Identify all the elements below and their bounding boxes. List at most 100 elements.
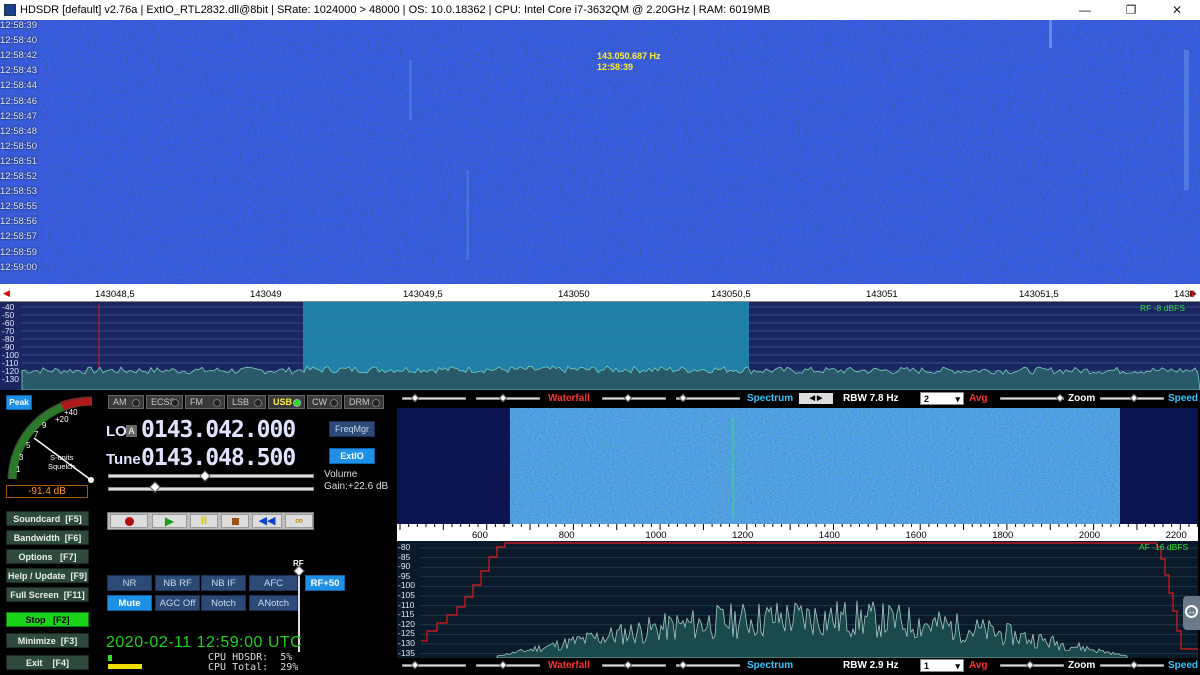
fn-button-1[interactable]: Bandwidth [F6] bbox=[6, 530, 89, 545]
cpu-total: CPU Total: 29% bbox=[208, 662, 299, 673]
mode-cw-button[interactable]: CW bbox=[307, 395, 342, 409]
rf-waterfall[interactable]: 12:58:39 12:58:40 12:58:42 12:58:43 12:58:44… bbox=[0, 20, 1200, 284]
dsp-anotch-button[interactable]: ANotch bbox=[249, 595, 298, 611]
freq-tick: 143050 bbox=[558, 289, 590, 300]
fn-button-5[interactable]: Stop [F2] bbox=[6, 612, 89, 627]
dsp-notch-button[interactable]: Notch bbox=[201, 595, 246, 611]
spec-brightness-knob-2[interactable] bbox=[678, 660, 688, 670]
avg-select-2[interactable]: 1 ▾ bbox=[920, 659, 964, 672]
fn-button-6[interactable]: Minimize [F3] bbox=[6, 633, 89, 648]
wf-contrast-knob-2[interactable] bbox=[410, 660, 420, 670]
af-spectrum[interactable]: AF -16 dBFS bbox=[397, 541, 1198, 658]
side-tab[interactable]: ↔ bbox=[1183, 596, 1200, 630]
restore-icon[interactable]: ❐ bbox=[1108, 0, 1154, 20]
time-label: 12:58:55 bbox=[0, 201, 37, 213]
pause-button[interactable]: II bbox=[190, 514, 218, 528]
fn-button-3[interactable]: Help / Update [F9] bbox=[6, 568, 89, 583]
af-frequency-scale[interactable] bbox=[397, 524, 1198, 541]
af-spectrum-plot bbox=[421, 542, 1198, 658]
mode-fm-button[interactable]: FM bbox=[185, 395, 225, 409]
scroll-left-icon[interactable]: ◀ bbox=[3, 288, 10, 299]
lo-frequency[interactable]: 0143.042.000 bbox=[141, 417, 296, 443]
mode-usb-button[interactable]: USB bbox=[268, 395, 305, 409]
mode-lsb-button[interactable]: LSB bbox=[227, 395, 266, 409]
speed-knob[interactable] bbox=[1129, 393, 1139, 403]
wf-contrast-knob[interactable] bbox=[410, 393, 420, 403]
af-waterfall[interactable] bbox=[397, 408, 1198, 524]
volume-slider[interactable] bbox=[108, 474, 314, 478]
spec-contrast-slider-2[interactable] bbox=[602, 664, 666, 667]
lo-sub[interactable]: A bbox=[126, 425, 137, 437]
dsp-afc-button[interactable]: AFC bbox=[249, 575, 298, 591]
frequency-scale[interactable]: ◀ ▶ 143048,5 143049 143049,5 143050 1430… bbox=[0, 284, 1200, 302]
peak-button[interactable]: Peak bbox=[6, 395, 32, 410]
fn-button-0[interactable]: Soundcard [F5] bbox=[6, 511, 89, 526]
freq-tick: 143049,5 bbox=[403, 289, 443, 300]
cursor-time: 12:58:39 bbox=[597, 62, 634, 72]
wf-brightness-knob[interactable] bbox=[498, 393, 508, 403]
chevron-down-icon: ▾ bbox=[955, 661, 960, 671]
minimize-icon[interactable]: — bbox=[1062, 0, 1108, 20]
close-icon[interactable]: ✕ bbox=[1154, 0, 1200, 20]
time-label: 12:58:51 bbox=[0, 155, 37, 167]
time-label: 12:58:44 bbox=[0, 80, 37, 92]
side-tab-icon: ↔ bbox=[1185, 605, 1198, 618]
dsp-nr-button[interactable]: NR bbox=[107, 575, 152, 591]
af-freq-tick: 1600 bbox=[905, 530, 927, 541]
record-button[interactable] bbox=[110, 514, 148, 528]
mode-label: DRM bbox=[349, 397, 370, 407]
mode-am-button[interactable]: AM bbox=[108, 395, 144, 409]
mode-led-icon bbox=[293, 399, 301, 407]
title-bar: HDSDR [default] v2.76a | ExtIO_RTL2832.d… bbox=[0, 0, 1200, 20]
mode-drm-button[interactable]: DRM bbox=[344, 395, 384, 409]
speed-knob-2[interactable] bbox=[1129, 660, 1139, 670]
fn-button-4[interactable]: Full Screen [F11] bbox=[6, 587, 89, 602]
freqmgr-button[interactable]: FreqMgr bbox=[329, 421, 375, 437]
rewind-button[interactable]: ◀◀ bbox=[252, 514, 282, 528]
spec-contrast-knob[interactable] bbox=[623, 393, 633, 403]
rf-gain-button[interactable]: RF+50 bbox=[305, 575, 345, 591]
mode-ecss-button[interactable]: ECSS bbox=[146, 395, 183, 409]
af-db-label: -115 bbox=[398, 609, 415, 620]
dsp-nb-if-button[interactable]: NB IF bbox=[201, 575, 246, 591]
fn-button-7[interactable]: Exit [F4] bbox=[6, 655, 89, 670]
tune-frequency[interactable]: 0143.048.500 bbox=[141, 445, 296, 471]
rbw-stepper[interactable]: ◀ ▶ bbox=[799, 393, 833, 404]
af-db-label: -105 bbox=[398, 590, 416, 600]
extio-button[interactable]: ExtIO bbox=[329, 448, 375, 464]
wf-brightness-slider-2[interactable] bbox=[476, 664, 540, 667]
time-label: 12:58:53 bbox=[0, 186, 37, 198]
play-button[interactable]: ▶ bbox=[152, 514, 187, 528]
smeter-tick: +20 bbox=[55, 415, 69, 424]
loop-button[interactable]: ∞ bbox=[285, 514, 313, 528]
af-waterfall-label: Waterfall bbox=[548, 393, 590, 404]
af-freq-tick: 2000 bbox=[1078, 530, 1101, 541]
dsp-agc-off-button[interactable]: AGC Off bbox=[155, 595, 200, 611]
dsp-mute-button[interactable]: Mute bbox=[107, 595, 152, 611]
af-spectrum-label: Spectrum bbox=[747, 393, 794, 404]
lo-label: LO bbox=[106, 423, 127, 440]
time-label: 12:58:48 bbox=[0, 125, 37, 137]
wf-brightness-knob-2[interactable] bbox=[498, 660, 508, 670]
dsp-nb-rf-button[interactable]: NB RF bbox=[155, 575, 200, 591]
mode-led-icon bbox=[213, 399, 221, 407]
rf-spectrum-plot bbox=[21, 302, 1200, 390]
gain-slider[interactable] bbox=[108, 487, 314, 491]
squelch-label[interactable]: Squelch bbox=[48, 462, 75, 471]
time-label: 12:58:47 bbox=[0, 110, 37, 122]
spec-brightness-knob[interactable] bbox=[678, 393, 688, 403]
transport-bar: ▶ II ◀◀ ∞ bbox=[107, 512, 314, 530]
time-label: 12:58:43 bbox=[0, 65, 37, 77]
wf-brightness-slider[interactable] bbox=[476, 397, 540, 400]
stop-record-button[interactable] bbox=[221, 514, 249, 528]
spec-contrast-knob-2[interactable] bbox=[623, 660, 633, 670]
avg-label-2: Avg bbox=[969, 660, 988, 671]
fn-button-2[interactable]: Options [F7] bbox=[6, 549, 89, 564]
zoom-knob[interactable] bbox=[1055, 393, 1065, 403]
zoom-knob-2[interactable] bbox=[1025, 660, 1035, 670]
rf-spectrum[interactable]: -40 -50 -60 -70 -80 -90 -100 -110 -120 -130 RF -8… bbox=[0, 302, 1200, 390]
time-label: 12:58:52 bbox=[0, 171, 37, 182]
smeter-unit: S-units bbox=[50, 453, 74, 462]
spec-contrast-slider[interactable] bbox=[602, 397, 666, 400]
avg-select[interactable]: 2 ▾ bbox=[920, 392, 964, 405]
